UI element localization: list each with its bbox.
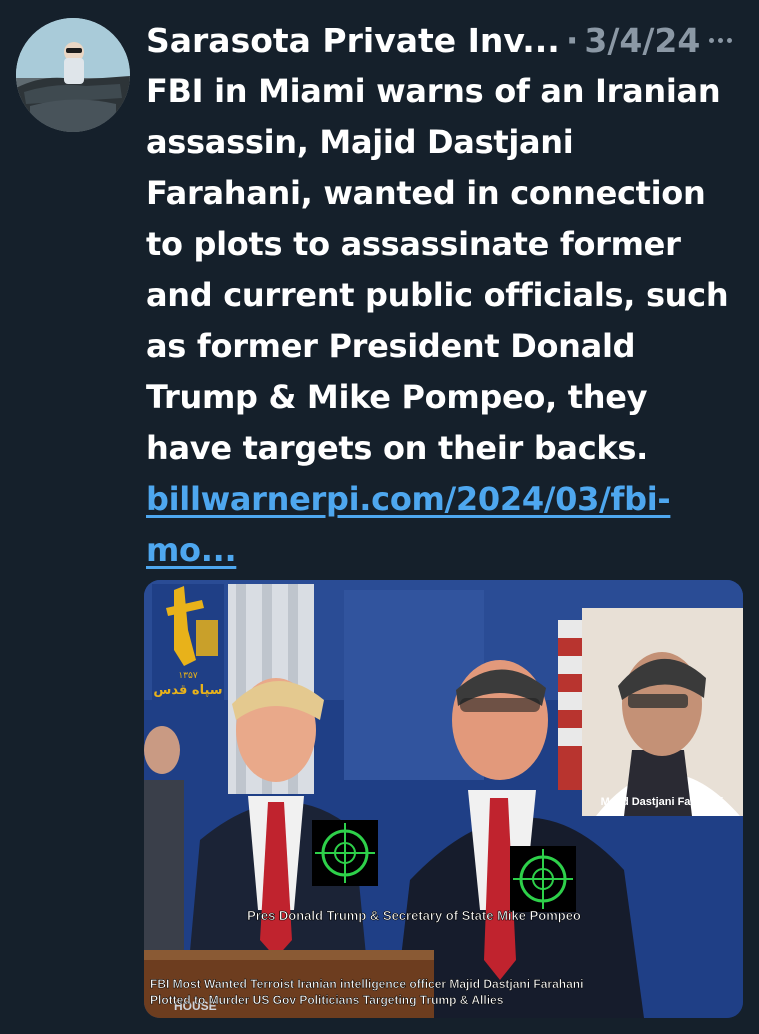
crosshair-target-icon — [510, 846, 576, 912]
tweet-text-line: to plots to assassinate former — [146, 225, 681, 263]
author-name[interactable]: Sarasota Private Inv... — [146, 21, 560, 60]
tweet-text-line: as former President Donald — [146, 327, 636, 365]
more-horizontal-icon[interactable] — [701, 24, 739, 56]
tweet[interactable]: Sarasota Private Inv... · 3/4/24 FBI in … — [0, 0, 759, 1034]
tweet-text-line: Farahani, wanted in connection — [146, 174, 706, 212]
tweet-text-line: FBI in Miami warns of an Iranian — [146, 72, 721, 110]
avatar[interactable] — [16, 18, 130, 132]
avatar-image — [16, 18, 130, 132]
tweet-text-line: assassin, Majid Dastjani — [146, 123, 574, 161]
tweet-date[interactable]: 3/4/24 — [584, 21, 700, 60]
logo-text: سپاه قدس — [153, 683, 222, 698]
suspect-inset-photo: Majid Dastjani Farahani — [582, 608, 743, 816]
tweet-media-image[interactable]: ۱۳۵۷ سپاه قدس Majid Dastjani Farahani Pr… — [144, 580, 743, 1018]
bottom-caption-line-2: Plotted to Murder US Gov Politicians Tar… — [150, 993, 504, 1007]
logo-year: ۱۳۵۷ — [178, 671, 198, 681]
tweet-text-line: Trump & Mike Pompeo, they — [146, 378, 648, 416]
tweet-header: Sarasota Private Inv... · 3/4/24 — [146, 14, 739, 66]
tweet-text-line: have targets on their backs. — [146, 429, 648, 467]
separator-dot: · — [565, 20, 579, 60]
crosshair-target-icon — [312, 820, 378, 886]
tweet-text: FBI in Miami warns of an Iranian assassi… — [146, 66, 746, 576]
quds-force-logo: ۱۳۵۷ سپاه قدس — [152, 584, 224, 702]
inset-caption: Majid Dastjani Farahani — [601, 796, 724, 808]
bottom-caption-line-1: FBI Most Wanted Terroist Iranian intelli… — [150, 977, 583, 991]
tweet-text-line: and current public officials, such — [146, 276, 729, 314]
tweet-link-continued[interactable]: mo... — [146, 525, 746, 576]
media-illustration: ۱۳۵۷ سپاه قدس Majid Dastjani Farahani Pr… — [144, 580, 743, 1018]
tweet-link[interactable]: billwarnerpi.com/2024/03/fbi- — [146, 474, 746, 525]
mid-caption: Pres Donald Trump & Secretary of State M… — [247, 908, 581, 923]
